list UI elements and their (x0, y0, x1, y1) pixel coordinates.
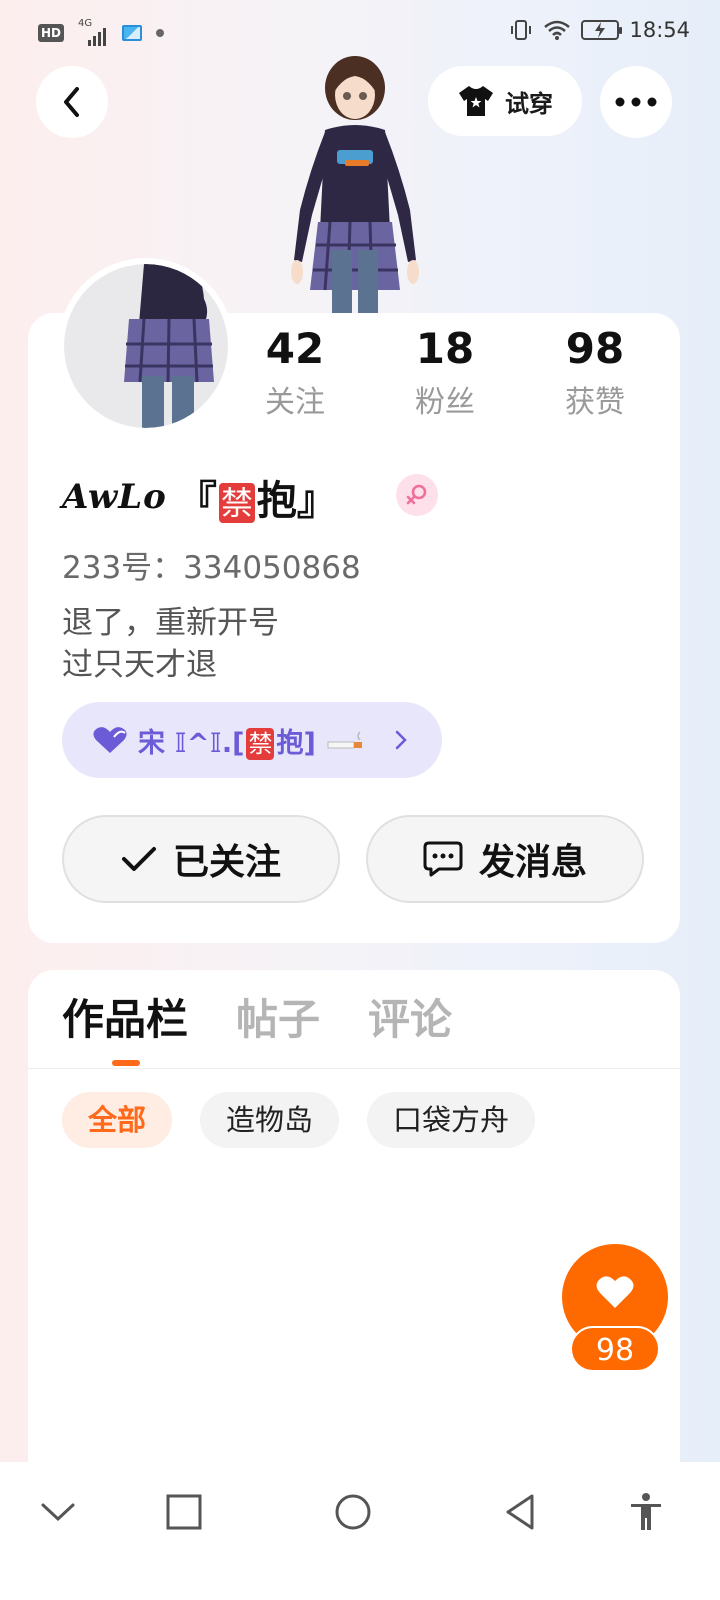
nickname-cn: 『禁抱』 (176, 478, 337, 524)
female-gender-icon (396, 474, 438, 516)
stat-fans[interactable]: 18 粉丝 (385, 323, 505, 421)
nickname: AwLo 『禁抱』 (62, 470, 337, 524)
stat-value: 42 (265, 324, 325, 373)
more-options-button[interactable] (600, 66, 672, 138)
try-on-label: 试穿 (505, 89, 553, 118)
purple-heart-icon (93, 727, 127, 753)
chevron-right-icon (395, 730, 407, 750)
circle-icon (335, 1494, 371, 1530)
app-notification-icon (122, 25, 143, 41)
nav-back-button[interactable] (500, 1492, 540, 1532)
triangle-back-icon (506, 1494, 534, 1530)
tab-posts[interactable]: 帖子 (236, 990, 320, 1060)
vibrate-icon (511, 20, 532, 40)
stat-label: 获赞 (565, 385, 625, 420)
stat-likes[interactable]: 98 获赞 (535, 323, 655, 421)
ban-emoji-icon: 禁 (218, 483, 255, 523)
bio-line: 退了，重新开号 (62, 605, 279, 641)
more-dots-icon (615, 97, 657, 107)
cigarette-icon (327, 731, 362, 749)
profile-stats: 42 关注 18 粉丝 98 获赞 (0, 323, 720, 433)
nickname-script: AwLo (62, 477, 167, 517)
followed-button[interactable]: 已关注 (62, 815, 340, 903)
filter-chips: 全部 造物岛 口袋方舟 (62, 1092, 536, 1148)
clock: 18:54 (629, 18, 690, 42)
checkmark-icon (121, 847, 156, 871)
ban-emoji-icon: 禁 (246, 727, 275, 760)
tab-divider (28, 1068, 680, 1069)
user-id: 233号：334050868 (62, 550, 361, 586)
chip-all[interactable]: 全部 (62, 1092, 173, 1148)
back-button[interactable] (36, 66, 108, 138)
send-message-label: 发消息 (478, 842, 587, 883)
stat-label: 关注 (265, 385, 325, 420)
send-message-button[interactable]: 发消息 (366, 815, 644, 903)
tab-comments[interactable]: 评论 (368, 990, 452, 1060)
chevron-left-icon (64, 87, 79, 117)
heart-icon (596, 1276, 634, 1308)
stat-label: 粉丝 (415, 385, 475, 420)
avatar-figure-image[interactable] (270, 50, 440, 315)
notification-dot-icon (156, 29, 165, 37)
nav-recents-button[interactable] (164, 1492, 204, 1532)
content-tabs: 作品栏 帖子 评论 (62, 990, 452, 1060)
tab-active-indicator (112, 1060, 140, 1066)
chip-creation-island[interactable]: 造物岛 (200, 1092, 340, 1148)
guild-name: 宋 𝕀^𝕀.[禁抱] (138, 727, 316, 760)
wifi-icon (544, 20, 571, 40)
followed-label: 已关注 (172, 842, 281, 883)
signal-icon: 4G (78, 18, 108, 46)
tshirt-icon (459, 86, 493, 116)
bio: 退了，重新开号 过只天才退 (62, 602, 279, 686)
stat-value: 98 (565, 324, 625, 373)
battery-charging-icon (581, 20, 623, 40)
nav-collapse-button[interactable] (38, 1492, 78, 1532)
try-on-button[interactable]: 试穿 (428, 66, 582, 136)
tab-works[interactable]: 作品栏 (62, 990, 188, 1060)
stat-following[interactable]: 42 关注 (235, 323, 355, 421)
hd-badge: HD (38, 24, 65, 42)
chip-pocket-ark[interactable]: 口袋方舟 (367, 1092, 536, 1148)
like-count-badge: 98 (570, 1326, 660, 1372)
nav-accessibility-button[interactable] (626, 1492, 666, 1532)
nav-home-button[interactable] (333, 1492, 373, 1532)
bio-line: 过只天才退 (62, 647, 217, 683)
guild-chip[interactable]: 宋 𝕀^𝕀.[禁抱] (62, 702, 442, 778)
chevron-down-icon (41, 1503, 75, 1522)
chat-bubble-icon (423, 841, 463, 877)
system-nav-bar (0, 1462, 720, 1600)
square-icon (166, 1494, 202, 1530)
accessibility-icon (631, 1493, 661, 1530)
stat-value: 18 (415, 324, 475, 373)
